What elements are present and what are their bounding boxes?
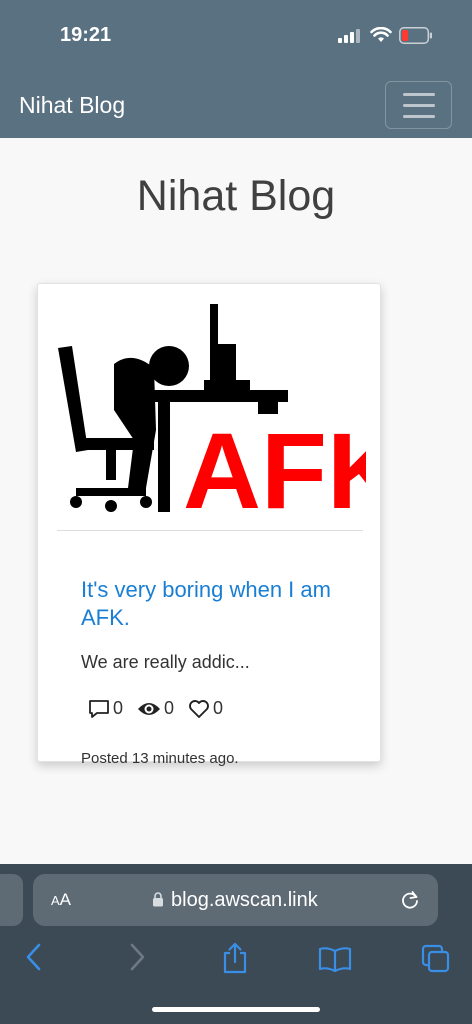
reload-icon[interactable] <box>399 889 421 911</box>
views-stat: 0 <box>137 698 174 719</box>
home-indicator[interactable] <box>152 1007 320 1012</box>
post-excerpt: We are really addic... <box>81 652 250 672</box>
post-stats: 0 0 0 <box>88 698 237 719</box>
comments-stat[interactable]: 0 <box>88 698 123 719</box>
post-title-link[interactable]: It's very boring when I am AFK. <box>81 576 351 632</box>
share-icon[interactable] <box>221 942 249 974</box>
wifi-icon <box>370 27 392 42</box>
views-count: 0 <box>164 698 175 718</box>
browser-toolbar <box>0 940 472 980</box>
posted-time: Posted 13 minutes ago. <box>81 750 239 767</box>
hamburger-icon <box>402 92 435 96</box>
afk-logo-text: AFK <box>183 410 366 512</box>
forward-icon[interactable] <box>127 942 147 972</box>
status-time: 19:21 <box>60 24 112 46</box>
post-image[interactable]: AFK <box>54 300 366 512</box>
navbar-brand[interactable]: Nihat Blog <box>19 92 125 119</box>
eye-icon <box>138 702 161 715</box>
back-icon[interactable] <box>24 942 44 972</box>
status-bar: 19:21 <box>0 0 472 70</box>
heart-icon <box>189 699 209 718</box>
previous-tab-preview[interactable] <box>0 874 23 926</box>
likes-count: 0 <box>213 698 224 718</box>
browser-bar: AA blog.awscan.link <box>0 864 472 1024</box>
battery-icon <box>399 27 432 44</box>
card-divider <box>57 530 363 531</box>
reader-settings-button[interactable]: AA <box>51 890 71 910</box>
menu-toggle-button[interactable] <box>385 81 452 129</box>
post-card[interactable]: AFK It's very boring when I am AFK. We a… <box>37 283 381 767</box>
comments-count: 0 <box>113 698 124 718</box>
signal-icon <box>338 29 360 43</box>
likes-stat[interactable]: 0 <box>188 698 223 719</box>
lock-icon <box>153 892 163 907</box>
address-bar[interactable]: AA blog.awscan.link <box>33 874 438 926</box>
navbar: Nihat Blog <box>0 70 472 138</box>
comment-icon <box>89 699 109 718</box>
hamburger-icon <box>402 103 435 107</box>
bookmarks-icon[interactable] <box>318 946 352 972</box>
tabs-icon[interactable] <box>421 944 451 974</box>
page-title: Nihat Blog <box>136 172 336 220</box>
hamburger-icon <box>402 114 435 118</box>
url-text: blog.awscan.link <box>171 889 318 911</box>
app-header: 19:21 Nihat Blog <box>0 0 472 138</box>
